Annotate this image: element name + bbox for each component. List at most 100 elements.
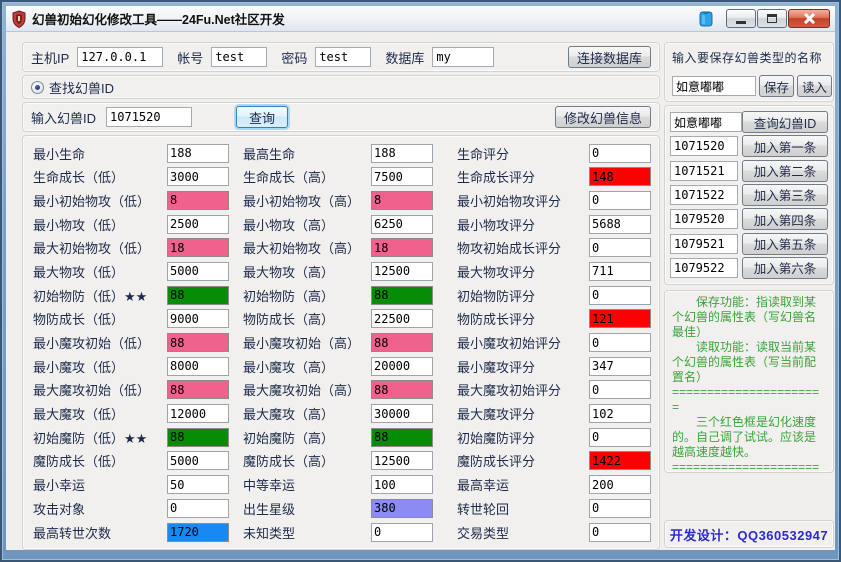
- add-slot-button[interactable]: 加入第二条: [742, 160, 828, 182]
- stat-value-input[interactable]: [167, 451, 229, 470]
- slot-id-input[interactable]: [670, 185, 738, 205]
- stat-value-input[interactable]: [589, 286, 651, 305]
- stat-value-input[interactable]: [589, 144, 651, 163]
- add-slot-button[interactable]: 加入第三条: [742, 184, 828, 206]
- stat-value-input[interactable]: [589, 404, 651, 423]
- stat-label: 物攻初始成长评分: [457, 238, 589, 257]
- stat-value-input[interactable]: [589, 451, 651, 470]
- stat-value-input[interactable]: [589, 428, 651, 447]
- stat-value-input[interactable]: [167, 333, 229, 352]
- add-slot-button[interactable]: 加入第五条: [742, 233, 828, 255]
- stat-label: 中等幸运: [243, 475, 371, 494]
- stat-value-input[interactable]: [589, 309, 651, 328]
- stat-label: 交易类型: [457, 523, 589, 542]
- stat-value-input[interactable]: [167, 357, 229, 376]
- stat-value-input[interactable]: [371, 475, 433, 494]
- add-slot-button[interactable]: 加入第四条: [742, 208, 828, 230]
- stat-value-input[interactable]: [167, 167, 229, 186]
- stat-value-input[interactable]: [371, 357, 433, 376]
- find-beast-id-radio[interactable]: [31, 81, 44, 94]
- stat-value-input[interactable]: [589, 215, 651, 234]
- stat-value-input[interactable]: [371, 191, 433, 210]
- stat-value-input[interactable]: [371, 167, 433, 186]
- modify-beast-info-button[interactable]: 修改幻兽信息: [555, 106, 651, 128]
- stat-value-input[interactable]: [589, 167, 651, 186]
- stat-value-input[interactable]: [167, 286, 229, 305]
- stat-value-input[interactable]: [589, 262, 651, 281]
- stat-value-input[interactable]: [371, 523, 433, 542]
- beast-id-input[interactable]: [106, 107, 192, 127]
- stat-label: 转世轮回: [457, 499, 589, 518]
- stat-value-input[interactable]: [371, 499, 433, 518]
- stat-label: 最小魔攻初始评分: [457, 333, 589, 352]
- stat-value-input[interactable]: [371, 404, 433, 423]
- query-type-name-input[interactable]: [670, 112, 742, 132]
- stat-value-input[interactable]: [371, 451, 433, 470]
- stat-label: 魔防成长评分: [457, 451, 589, 470]
- stat-row: 初始物防（低）★★初始物防（高）初始物防评分: [31, 285, 651, 305]
- stat-label: 最高转世次数: [33, 523, 167, 542]
- stat-value-input[interactable]: [589, 499, 651, 518]
- connection-panel: 主机IP 帐号 密码 数据库 连接数据库: [22, 42, 660, 72]
- save-button[interactable]: 保存: [759, 75, 794, 97]
- slot-id-input[interactable]: [670, 258, 738, 278]
- query-beast-id-button[interactable]: 查询幻兽ID: [742, 111, 828, 133]
- stat-value-input[interactable]: [589, 380, 651, 399]
- stat-value-input[interactable]: [371, 215, 433, 234]
- host-ip-input[interactable]: [77, 47, 163, 67]
- stat-value-input[interactable]: [589, 333, 651, 352]
- stat-value-input[interactable]: [589, 523, 651, 542]
- stat-value-input[interactable]: [371, 380, 433, 399]
- stat-value-input[interactable]: [371, 238, 433, 257]
- stat-label: 生命成长评分: [457, 167, 589, 186]
- stat-value-input[interactable]: [167, 238, 229, 257]
- stat-label: 生命成长（高）: [243, 167, 371, 186]
- stat-value-input[interactable]: [589, 191, 651, 210]
- minimize-button[interactable]: [726, 9, 756, 28]
- stat-value-input[interactable]: [167, 499, 229, 518]
- load-button[interactable]: 读入: [797, 75, 832, 97]
- save-type-name-input[interactable]: [672, 76, 756, 96]
- stat-label: 生命评分: [457, 144, 589, 163]
- slot-row: 加入第三条: [670, 183, 828, 207]
- connect-database-button[interactable]: 连接数据库: [568, 46, 651, 68]
- database-input[interactable]: [432, 47, 494, 67]
- stat-value-input[interactable]: [167, 523, 229, 542]
- account-input[interactable]: [211, 47, 267, 67]
- add-slot-button[interactable]: 加入第六条: [742, 257, 828, 279]
- close-button[interactable]: [788, 9, 830, 28]
- stat-value-input[interactable]: [167, 309, 229, 328]
- stat-value-input[interactable]: [167, 144, 229, 163]
- note-line: ======================: [672, 385, 826, 415]
- stat-value-input[interactable]: [371, 428, 433, 447]
- save-type-panel: 输入要保存幻兽类型的名称 保存 读入: [664, 42, 834, 102]
- stat-value-input[interactable]: [167, 262, 229, 281]
- stat-value-input[interactable]: [371, 333, 433, 352]
- add-slot-button[interactable]: 加入第一条: [742, 135, 828, 157]
- stat-value-input[interactable]: [371, 144, 433, 163]
- stat-value-input[interactable]: [167, 215, 229, 234]
- stat-label: 最小幸运: [33, 475, 167, 494]
- maximize-button[interactable]: [757, 9, 787, 28]
- slot-row: 加入第五条: [670, 232, 828, 256]
- password-input[interactable]: [315, 47, 371, 67]
- stat-value-input[interactable]: [589, 357, 651, 376]
- stat-value-input[interactable]: [371, 286, 433, 305]
- stat-value-input[interactable]: [589, 238, 651, 257]
- slot-id-input[interactable]: [670, 234, 738, 254]
- stat-value-input[interactable]: [167, 380, 229, 399]
- stat-value-input[interactable]: [167, 475, 229, 494]
- stat-value-input[interactable]: [371, 309, 433, 328]
- stat-value-input[interactable]: [167, 428, 229, 447]
- slot-id-input[interactable]: [670, 136, 738, 156]
- stat-value-input[interactable]: [167, 191, 229, 210]
- query-button[interactable]: 查询: [236, 106, 288, 128]
- stat-value-input[interactable]: [589, 475, 651, 494]
- stat-label: 初始魔防（高）: [243, 428, 371, 447]
- slot-id-input[interactable]: [670, 209, 738, 229]
- stat-value-input[interactable]: [371, 262, 433, 281]
- stat-value-input[interactable]: [167, 404, 229, 423]
- slot-id-input[interactable]: [670, 161, 738, 181]
- slot-row: 加入第四条: [670, 207, 828, 231]
- database-label: 数据库: [385, 48, 424, 67]
